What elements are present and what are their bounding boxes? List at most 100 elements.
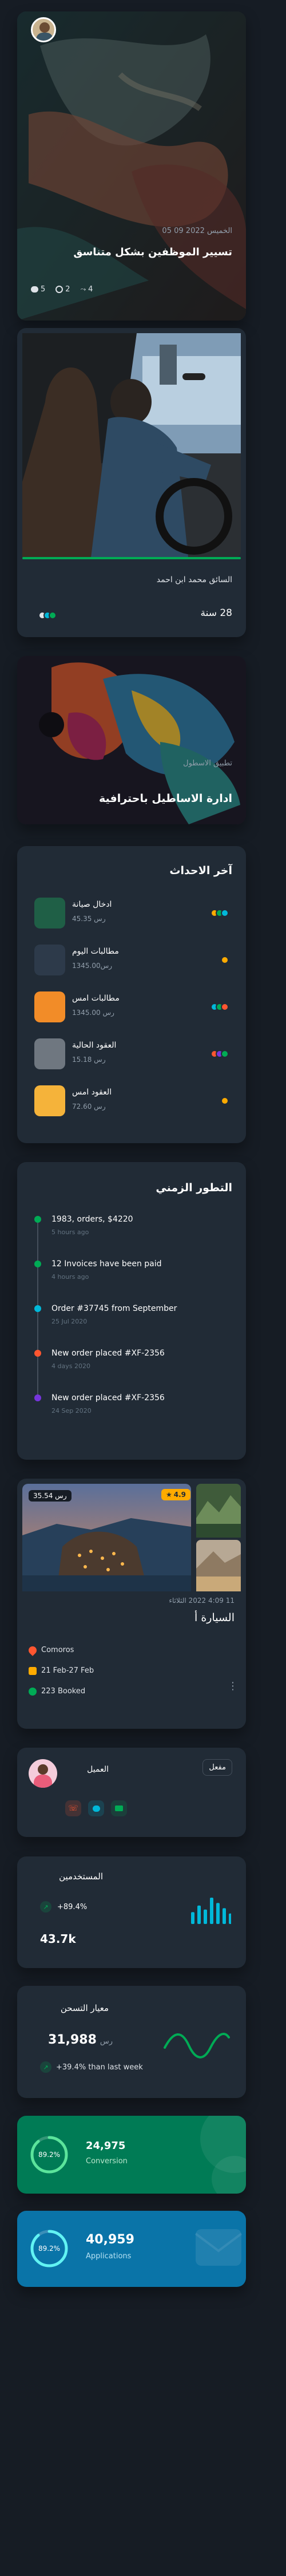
timeline-dot — [34, 1305, 41, 1312]
post-title[interactable]: تسيير الموظفين بشكل متناسق — [26, 246, 232, 258]
timeline-item: 1983, orders, $4220 5 hours ago — [17, 1215, 246, 1249]
driver-name[interactable]: السائق محمد ابن احمد — [38, 575, 232, 584]
occupancy-value-row: 31,988 رس — [48, 2033, 113, 2047]
client-label: العميل — [87, 1765, 109, 1774]
users-title: المستخدمين — [59, 1871, 103, 1882]
timeline-dot — [34, 1394, 41, 1401]
event-amount: رس 15.18 — [72, 1056, 106, 1064]
event-color-dots — [221, 1096, 229, 1107]
car-booked: 223 Booked — [41, 1687, 86, 1696]
event-thumbnail — [34, 1085, 65, 1116]
event-amount: رس 45.35 — [72, 915, 106, 923]
event-color-dots — [221, 955, 229, 966]
event-color-dots — [210, 908, 229, 919]
client-status-badge[interactable]: مفعل — [202, 1759, 232, 1776]
driver-photo — [22, 333, 241, 558]
occupancy-trend-text: +39.4% than last week — [56, 2063, 143, 2072]
users-bar — [204, 1909, 207, 1924]
share-icon: ⤳ 4 — [80, 285, 93, 294]
timeline-card: التطور الزمني 1983, orders, $4220 5 hours… — [17, 1162, 246, 1460]
car-dates: 21 Feb-27 Feb — [41, 1666, 94, 1675]
timeline-dot — [34, 1350, 41, 1357]
driver-progress-bar — [22, 557, 241, 559]
applications-percent: 89.2% — [38, 2245, 61, 2253]
fleet-subtitle: تطبيق الاسطول — [183, 759, 232, 768]
users-value: 43.7k — [40, 1932, 76, 1946]
driver-color-dots — [38, 611, 57, 622]
users-bar — [210, 1898, 213, 1924]
mail-icon[interactable] — [111, 1800, 127, 1816]
applications-label: Applications — [86, 2252, 132, 2261]
applications-card: 89.2% 40,959 Applications — [17, 2211, 246, 2287]
car-rating-badge: ★ 4.9 — [161, 1489, 191, 1500]
trend-up-icon: ↗ — [40, 1901, 51, 1913]
timeline-time: 4 hours ago — [51, 1273, 89, 1281]
conversion-label: Conversion — [86, 2157, 128, 2166]
event-title: ادخال صيانة — [72, 900, 112, 909]
event-thumbnail — [34, 1038, 65, 1069]
calendar-icon — [29, 1667, 37, 1675]
timeline-time: 5 hours ago — [51, 1228, 89, 1236]
event-color-dots — [210, 1002, 229, 1013]
event-item[interactable]: مطالبات امس رس 1345.00 — [17, 988, 246, 1028]
users-bar — [223, 1908, 226, 1924]
post-cover-image — [17, 11, 246, 321]
occupancy-card: معيار التسحن 31,988 رس ↗ +39.4% than las… — [17, 1986, 246, 2098]
timeline-dot — [34, 1261, 41, 1267]
people-icon — [29, 1688, 37, 1696]
car-details: Comoros 21 Feb-27 Feb 223 Booked — [27, 1640, 94, 1702]
users-bar — [191, 1912, 194, 1924]
location-icon — [27, 1645, 38, 1656]
event-item[interactable]: العقود الحالية رس 15.18 — [17, 1035, 246, 1075]
author-avatar[interactable] — [31, 17, 56, 42]
trend-up-icon: ↗ — [40, 2061, 51, 2073]
users-card: المستخدمين ↗ +89.4% 43.7k — [17, 1856, 246, 1968]
timeline-dot — [34, 1216, 41, 1223]
car-location: Comoros — [41, 1646, 74, 1654]
car-thumbnail-1 — [196, 1484, 241, 1538]
chat-icon[interactable] — [88, 1800, 104, 1816]
event-amount: رس 72.60 — [72, 1103, 106, 1111]
timeline-text: 1983, orders, $4220 — [51, 1215, 133, 1224]
car-card[interactable]: رس 35.54 ★ 4.9 11 4:09 2022 الثلاثاء السي… — [17, 1479, 246, 1729]
timeline-text: Order #37745 from September — [51, 1304, 177, 1313]
users-bar — [229, 1913, 231, 1924]
fleet-card[interactable]: تطبيق الاسطول ادارة الاساطيل باحترافية — [17, 656, 246, 824]
users-change: ↗ +89.4% — [40, 1901, 87, 1913]
timeline-time: 4 days 2020 — [51, 1362, 90, 1370]
phone-icon[interactable]: ☏ — [65, 1800, 81, 1816]
timeline-time: 24 Sep 2020 — [51, 1407, 92, 1415]
client-card[interactable]: العميل مفعل ☏ — [17, 1748, 246, 1837]
event-item[interactable]: ادخال صيانة رس 45.35 — [17, 894, 246, 934]
client-actions: ☏ — [65, 1800, 127, 1816]
fleet-title[interactable]: ادارة الاساطيل باحترافية — [26, 792, 232, 805]
occupancy-title: معيار التسحن — [60, 2003, 109, 2013]
timeline-title: التطور الزمني — [156, 1182, 232, 1194]
post-stats: 5 2 ⤳ 4 — [31, 285, 93, 294]
car-price-badge: رس 35.54 — [29, 1490, 72, 1502]
post-card[interactable]: الخميس 2022 09 05 تسيير الموظفين بشكل مت… — [17, 11, 246, 321]
event-item[interactable]: مطالبات اليوم رس1345.00 — [17, 941, 246, 981]
event-title: العقود الحالية — [72, 1041, 117, 1050]
occupancy-value: 31,988 — [48, 2033, 97, 2047]
conversion-decoration — [200, 2116, 246, 2194]
share-count: 4 — [88, 285, 93, 294]
users-bar — [216, 1903, 220, 1924]
view-count: 2 — [65, 285, 70, 294]
timeline-item: 12 Invoices have been paid 4 hours ago — [17, 1259, 246, 1294]
users-bar — [197, 1905, 201, 1924]
timeline-text: New order placed #XF-2356 — [51, 1393, 165, 1402]
eye-icon: 2 — [55, 285, 70, 294]
driver-card[interactable]: السائق محمد ابن احمد 28 سنة — [17, 328, 246, 637]
timeline-text: New order placed #XF-2356 — [51, 1349, 165, 1358]
mail-decoration-icon — [194, 2229, 243, 2266]
more-vertical-icon[interactable]: ⋮ — [228, 1681, 238, 1692]
car-rating: 4.9 — [173, 1491, 186, 1499]
car-title[interactable]: السيارة أ — [63, 1611, 235, 1624]
timeline-item: Order #37745 from September 25 Jul 2020 — [17, 1304, 246, 1338]
occupancy-currency: رس — [100, 2037, 113, 2046]
event-color-dots — [210, 1049, 229, 1060]
event-item[interactable]: العقود امس رس 72.60 — [17, 1082, 246, 1122]
event-title: مطالبات اليوم — [72, 947, 119, 956]
comment-icon: 5 — [31, 285, 45, 294]
